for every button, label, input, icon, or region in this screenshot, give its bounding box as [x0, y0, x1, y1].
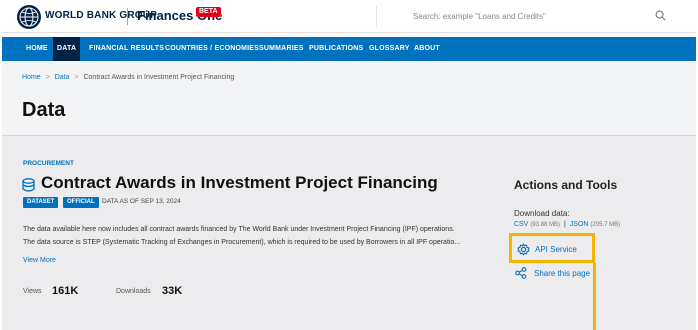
- download-links: CSV (93.88 MB) | JSON (205.7 MB): [514, 221, 620, 228]
- breadcrumb-separator: >: [74, 74, 79, 81]
- breadcrumb: Home > Data > Contract Awards in Investm…: [22, 74, 237, 81]
- dataset-description: The data available here now includes all…: [23, 223, 493, 249]
- json-download-link[interactable]: JSON: [570, 221, 589, 228]
- json-size: (205.7 MB): [590, 222, 621, 228]
- download-label: Download data:: [514, 209, 570, 218]
- data-as-of: DATA AS OF SEP 13, 2024: [102, 198, 181, 205]
- downloads-count: 33K: [162, 285, 183, 297]
- dataset-badge: DATASET: [23, 197, 59, 208]
- nav-item-about[interactable]: ABOUT: [410, 37, 444, 61]
- main-nav: HOME DATA FINANCIAL RESULTS COUNTRIES / …: [2, 37, 696, 61]
- downloads-label: Downloads: [116, 288, 151, 295]
- highlight-callout-line: [593, 263, 596, 330]
- nav-item-countries-economies[interactable]: COUNTRIES / ECONOMIES: [161, 37, 263, 61]
- gear-icon[interactable]: [517, 243, 530, 256]
- breadcrumb-data[interactable]: Data: [55, 74, 70, 81]
- nav-item-home[interactable]: HOME: [22, 37, 52, 61]
- actions-title: Actions and Tools: [514, 178, 618, 192]
- description-line: The data source is STEP (Systematic Trac…: [23, 239, 461, 246]
- view-more-link[interactable]: View More: [23, 257, 56, 264]
- official-badge: OFFICIAL: [63, 197, 99, 208]
- dataset-title: Contract Awards in Investment Project Fi…: [41, 173, 438, 192]
- brand-divider: [127, 8, 128, 25]
- breadcrumb-separator: >: [45, 74, 50, 81]
- nav-item-data[interactable]: DATA: [53, 37, 81, 61]
- api-service-link[interactable]: API Service: [535, 245, 577, 254]
- nav-item-summaries[interactable]: SUMMARIES: [255, 37, 308, 61]
- share-icon[interactable]: [515, 267, 527, 279]
- breadcrumb-current: Contract Awards in Investment Project Fi…: [83, 74, 235, 81]
- views-label: Views: [23, 288, 42, 295]
- views-count: 161K: [52, 285, 79, 297]
- beta-badge: BETA: [196, 7, 221, 17]
- csv-size: (93.88 MB): [530, 222, 561, 228]
- nav-item-financial-results[interactable]: FINANCIAL RESULTS: [85, 37, 168, 61]
- breadcrumb-home[interactable]: Home: [22, 74, 41, 81]
- dataset-category[interactable]: PROCUREMENT: [23, 160, 74, 167]
- nav-item-publications[interactable]: PUBLICATIONS: [305, 37, 367, 61]
- share-page-link[interactable]: Share this page: [534, 269, 590, 278]
- world-bank-globe-icon[interactable]: [17, 5, 41, 29]
- search-input[interactable]: [376, 6, 686, 27]
- dataset-panel: PROCUREMENT Contract Awards in Investmen…: [2, 135, 696, 330]
- page-header: Home > Data > Contract Awards in Investm…: [2, 61, 696, 135]
- page-title: Data: [22, 99, 66, 121]
- search-icon[interactable]: [655, 10, 666, 21]
- csv-download-link[interactable]: CSV: [514, 221, 528, 228]
- nav-item-glossary[interactable]: GLOSSARY: [365, 37, 414, 61]
- top-header: WORLD BANK GROUP Finances One BETA: [2, 0, 696, 33]
- description-line: The data available here now includes all…: [23, 226, 455, 233]
- link-separator: |: [564, 221, 566, 228]
- database-icon: [22, 178, 35, 192]
